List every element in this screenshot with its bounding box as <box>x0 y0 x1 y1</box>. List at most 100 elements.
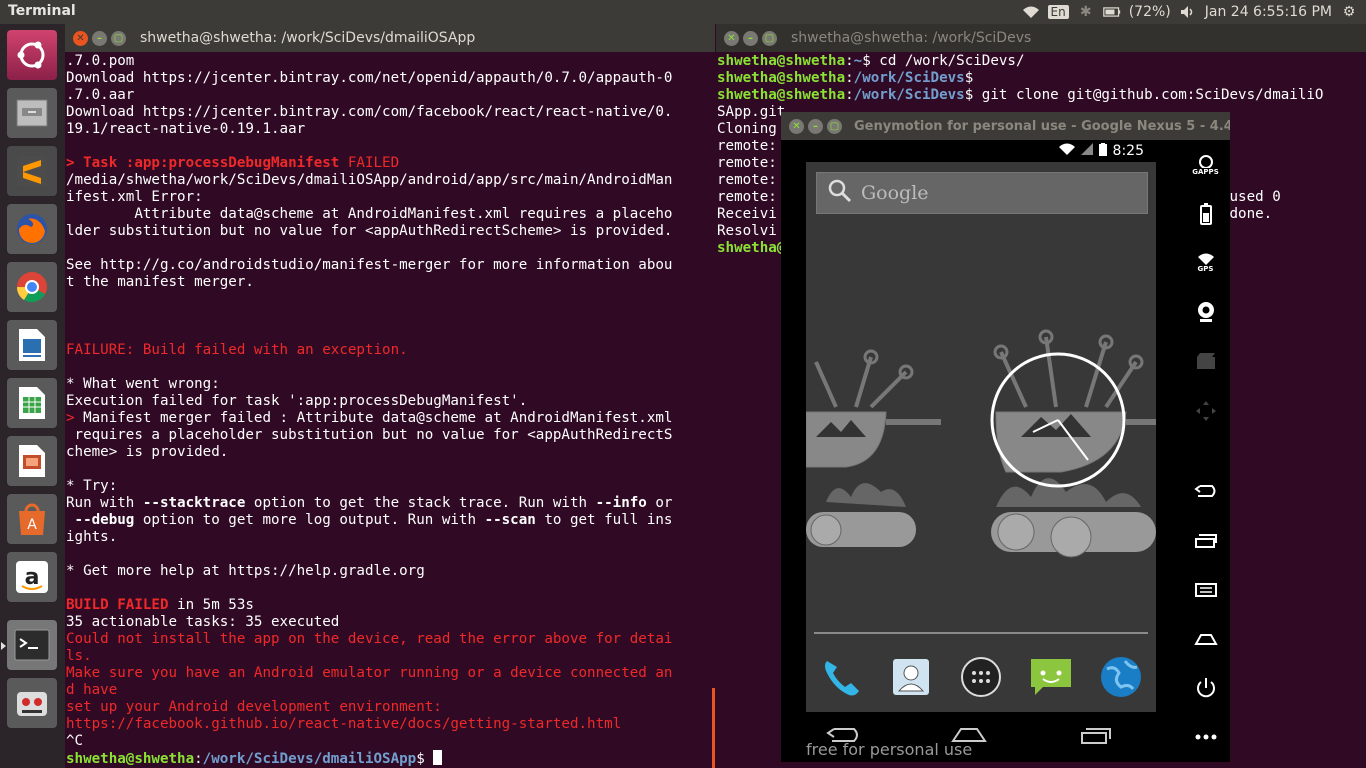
sublime-text-icon[interactable] <box>7 146 57 196</box>
terminal-text: 19.1/react-native-0.19.1.aar <box>66 121 306 137</box>
recent-apps-side-button[interactable] <box>1194 516 1218 565</box>
window-title: Genymotion for personal use - Google Nex… <box>854 118 1230 134</box>
battery-widget-icon[interactable] <box>1199 189 1212 238</box>
messaging-app-icon[interactable] <box>1028 654 1074 700</box>
terminal-output[interactable]: .7.0.pom Download https://jcenter.bintray… <box>65 52 715 767</box>
files-icon[interactable] <box>7 88 57 138</box>
terminal-text: option to get the stack trace. Run with <box>245 495 596 511</box>
more-options-icon[interactable] <box>1195 713 1217 762</box>
minimize-button[interactable]: – <box>92 30 107 46</box>
app-dock <box>806 647 1156 707</box>
minimize-button[interactable]: – <box>808 118 823 134</box>
terminal-icon[interactable] <box>1 620 57 670</box>
firefox-icon[interactable] <box>7 204 57 254</box>
terminal-text: in 5m 53s <box>168 597 254 613</box>
terminal-text: $ git clone git@github.com:SciDevs/dmail… <box>964 87 1324 103</box>
terminal-text: /work/SciDevs <box>853 70 965 86</box>
window-titlebar[interactable]: ✕ – ▢ Genymotion for personal use - Goog… <box>781 112 1230 140</box>
close-button[interactable]: ✕ <box>789 118 804 134</box>
terminal-line: set up your Android development environm… <box>66 699 715 716</box>
terminal-text: ls. <box>66 648 92 664</box>
genymotion-icon[interactable] <box>7 678 57 728</box>
volume-icon[interactable] <box>1179 4 1197 20</box>
terminal-text: shwetha@shwetha <box>717 70 846 86</box>
terminal-line: * Get more help at https://help.gradle.o… <box>66 563 715 580</box>
maximize-button[interactable]: ▢ <box>762 30 777 46</box>
recent-apps-button[interactable] <box>1076 725 1112 749</box>
phone-app-icon[interactable] <box>818 654 864 700</box>
terminal-text: Run with <box>66 495 143 511</box>
window-titlebar[interactable]: ✕ – ▢ shwetha@shwetha: /work/SciDevs <box>716 24 1366 52</box>
clock[interactable]: Jan 24 6:55:16 PM <box>1205 4 1332 20</box>
libreoffice-calc-icon[interactable] <box>7 378 57 428</box>
home-screen[interactable]: Google <box>806 162 1156 712</box>
svg-text:a: a <box>25 565 40 590</box>
terminal-line: /media/shwetha/work/SciDevs/dmailiOSApp/… <box>66 172 715 189</box>
analog-clock-widget[interactable] <box>988 350 1128 490</box>
terminal-text: --debug <box>66 512 135 528</box>
chrome-icon[interactable] <box>7 262 57 312</box>
maximize-button[interactable]: ▢ <box>111 30 126 46</box>
bluetooth-icon[interactable]: ✱ <box>1077 4 1095 20</box>
terminal-text: /work/SciDevs <box>853 87 965 103</box>
libreoffice-writer-icon[interactable] <box>7 320 57 370</box>
back-side-button[interactable] <box>1193 467 1218 516</box>
terminal-text: d have <box>66 682 118 698</box>
terminal-line: Make sure you have an Android emulator r… <box>66 665 715 682</box>
webcam-icon[interactable] <box>1196 288 1216 337</box>
terminal-line: ights. <box>66 529 715 546</box>
app-drawer-icon[interactable] <box>958 654 1004 700</box>
scrollbar[interactable] <box>712 688 715 768</box>
terminal-line: shwetha@shwetha:/work/SciDevs/dmailiOSAp… <box>66 750 715 767</box>
running-indicator <box>1 642 6 650</box>
close-button[interactable]: ✕ <box>724 30 739 46</box>
terminal-text: cheme> is provided. <box>66 444 229 460</box>
terminal-text: : <box>845 87 854 103</box>
terminal-text: * Get more help at https://help.gradle.o… <box>66 563 425 579</box>
terminal-text: remote: <box>717 155 777 171</box>
amazon-icon[interactable]: a <box>7 552 57 602</box>
terminal-line: Run with --stacktrace option to get the … <box>66 495 715 512</box>
battery-percentage[interactable]: (72%) <box>1129 4 1171 20</box>
minimize-button[interactable]: – <box>743 30 758 46</box>
terminal-text: Download https://jcenter.bintray.com/net… <box>66 70 673 86</box>
terminal-text: option to get more log output. Run with <box>134 512 485 528</box>
battery-icon[interactable] <box>1102 4 1121 20</box>
google-search-bar[interactable]: Google <box>816 172 1148 214</box>
terminal-window-left[interactable]: ✕ – ▢ shwetha@shwetha: /work/SciDevs/dma… <box>65 24 715 768</box>
dpad-icon[interactable] <box>1195 386 1217 435</box>
ubuntu-dash-icon[interactable] <box>7 30 57 80</box>
menu-side-button[interactable] <box>1194 565 1218 614</box>
terminal-text: set up your Android development environm… <box>66 699 442 715</box>
terminal-text: $ cd /work/SciDevs/ <box>862 53 1025 69</box>
power-button[interactable] <box>1195 664 1217 713</box>
maximize-button[interactable]: ▢ <box>827 118 842 134</box>
close-button[interactable]: ✕ <box>73 30 88 46</box>
terminal-text: $ <box>416 751 434 767</box>
power-gear-icon[interactable]: ⚙ <box>1340 4 1358 20</box>
terminal-text: Resolvi <box>717 223 777 239</box>
libreoffice-impress-icon[interactable] <box>7 436 57 486</box>
contacts-app-icon[interactable] <box>888 654 934 700</box>
software-center-icon[interactable]: A <box>7 494 57 544</box>
android-status-bar: 8:25 <box>806 140 1156 162</box>
terminal-text: Download https://jcenter.bintray.com/com… <box>66 104 673 120</box>
window-titlebar[interactable]: ✕ – ▢ shwetha@shwetha: /work/SciDevs/dma… <box>65 24 715 52</box>
terminal-text: SApp.git <box>717 104 786 120</box>
gapps-button[interactable]: GAPPS <box>1192 140 1219 189</box>
screencast-icon[interactable] <box>1196 337 1216 386</box>
terminal-line: Execution failed for task ':app:processD… <box>66 393 715 410</box>
gps-button[interactable]: GPS <box>1197 238 1214 287</box>
terminal-text: FAILED <box>339 155 400 171</box>
keyboard-language-indicator[interactable]: En <box>1047 5 1069 19</box>
android-screen[interactable]: 8:25 Google <box>806 140 1156 712</box>
genymotion-window[interactable]: ✕ – ▢ Genymotion for personal use - Goog… <box>781 112 1230 762</box>
home-side-button[interactable] <box>1193 614 1218 663</box>
wifi-icon[interactable] <box>1022 4 1040 20</box>
browser-app-icon[interactable] <box>1098 654 1144 700</box>
terminal-line: shwetha@shwetha:/work/SciDevs$ git clone… <box>717 87 1366 104</box>
terminal-line: * Try: <box>66 478 715 495</box>
